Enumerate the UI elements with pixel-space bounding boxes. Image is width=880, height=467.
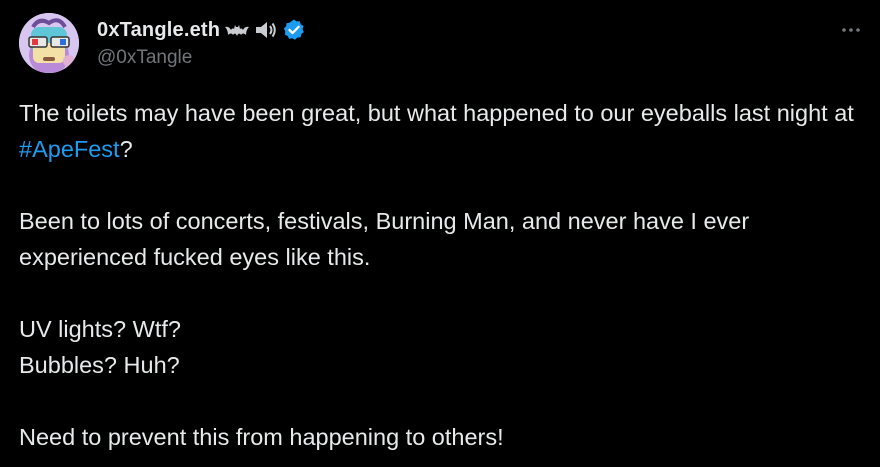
avatar-image: [19, 13, 79, 73]
tweet-paragraph-4: Need to prevent this from happening to o…: [19, 424, 504, 450]
tweet-text-segment: ?: [119, 136, 133, 162]
more-dots-icon: [842, 28, 860, 32]
author-names: 0xTangle.eth @0xTangle: [97, 15, 306, 71]
tweet-line-bubbles: Bubbles? Huh?: [19, 352, 180, 378]
avatar[interactable]: [19, 13, 79, 73]
tweet-header: 0xTangle.eth @0xTangle: [19, 13, 866, 75]
tweet-line-uv: UV lights? Wtf?: [19, 316, 181, 342]
more-options-button[interactable]: [836, 15, 866, 45]
tweet-text-segment: The toilets may have been great, but wha…: [19, 100, 854, 126]
name-row: 0xTangle.eth: [97, 15, 306, 45]
display-name[interactable]: 0xTangle.eth: [97, 19, 220, 42]
tweet-paragraph-2: Been to lots of concerts, festivals, Bur…: [19, 208, 750, 270]
verified-badge-icon[interactable]: [282, 19, 306, 41]
bat-icon: [224, 19, 250, 41]
hashtag-link[interactable]: #ApeFest: [19, 136, 120, 162]
tweet-text: The toilets may have been great, but wha…: [19, 95, 869, 455]
speaker-icon: [254, 19, 278, 41]
tweet-paragraph-1: The toilets may have been great, but wha…: [19, 95, 869, 167]
tweet-card: 0xTangle.eth @0xTangle The toilets may h…: [0, 0, 880, 467]
author-handle[interactable]: @0xTangle: [97, 45, 306, 71]
